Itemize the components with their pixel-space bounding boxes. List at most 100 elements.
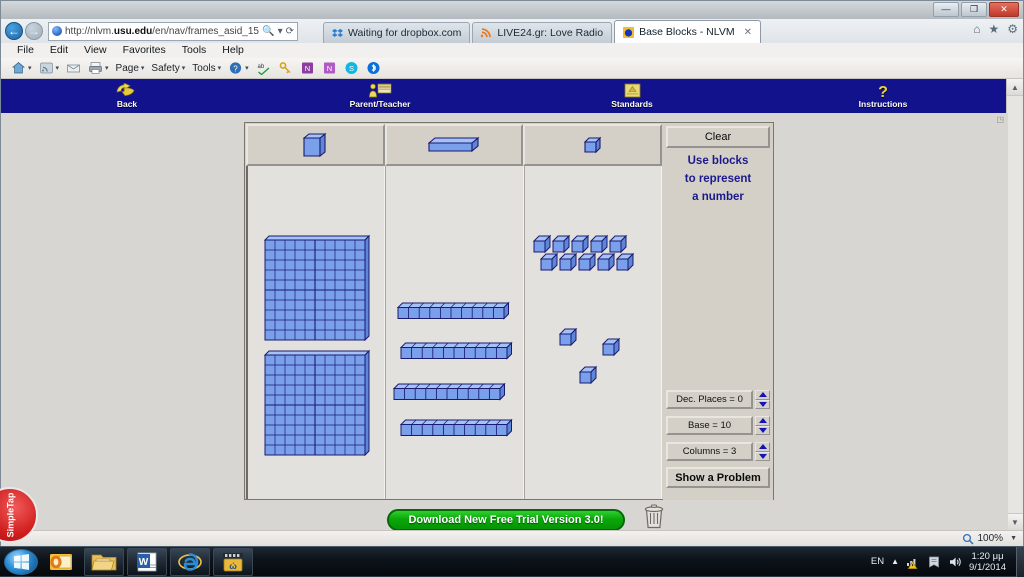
tools-gear-icon[interactable]: ⚙ — [1007, 22, 1018, 36]
unit-block[interactable] — [551, 234, 571, 254]
window-title-bar[interactable]: — ❐ ✕ — [1, 1, 1023, 19]
decimal-places-spinner[interactable]: Dec. Places = 0 — [666, 390, 770, 409]
chevron-down-icon[interactable]: ▾ — [28, 64, 32, 72]
home-button[interactable]: ▾ — [9, 61, 34, 75]
menu-favorites[interactable]: Favorites — [115, 43, 174, 58]
clear-button[interactable]: Clear — [666, 126, 770, 148]
unit-block[interactable] — [601, 337, 621, 357]
download-trial-button[interactable]: Download New Free Trial Version 3.0! — [387, 509, 625, 531]
rod-block[interactable] — [396, 301, 510, 320]
network-warning-icon[interactable] — [906, 555, 920, 569]
increment-icon[interactable] — [755, 390, 770, 400]
page-vertical-scrollbar[interactable]: ▲ ▼ — [1006, 79, 1023, 530]
flat-block-stamp[interactable] — [246, 124, 385, 166]
windows-start-orb-icon[interactable] — [4, 548, 38, 575]
refresh-icon[interactable]: ⟳ — [286, 26, 294, 37]
tens-column[interactable] — [385, 166, 524, 499]
chevron-down-icon[interactable]: ▾ — [278, 26, 283, 37]
unit-block[interactable] — [532, 234, 552, 254]
chevron-down-icon[interactable]: ▾ — [56, 64, 60, 72]
menu-tools[interactable]: Tools — [174, 43, 215, 58]
taskbar-word-button[interactable]: W — [127, 547, 167, 576]
nlvm-standards-button[interactable]: Standards — [572, 80, 692, 112]
forward-arrow-icon[interactable]: → — [25, 22, 43, 40]
onenote-linked-button[interactable]: N — [320, 61, 339, 75]
unit-block[interactable] — [596, 252, 616, 272]
spellcheck-button[interactable]: ab — [254, 61, 273, 75]
chevron-down-icon[interactable]: ▾ — [105, 64, 109, 72]
unit-block[interactable] — [558, 252, 578, 272]
unit-block[interactable] — [570, 234, 590, 254]
chevron-down-icon[interactable]: ▼ — [1010, 535, 1017, 542]
decrement-icon[interactable] — [755, 399, 770, 409]
taskbar-video-converter-button[interactable]: ώ — [213, 547, 253, 576]
key-button[interactable] — [276, 61, 295, 75]
unit-block[interactable] — [589, 234, 609, 254]
nlvm-back-button[interactable]: Back — [67, 80, 187, 112]
home-icon[interactable]: ⌂ — [973, 22, 980, 36]
rod-block[interactable] — [399, 341, 513, 360]
rod-block[interactable] — [392, 382, 506, 401]
decrement-icon[interactable] — [755, 451, 770, 461]
trash-can-icon[interactable] — [642, 503, 666, 529]
unit-block[interactable] — [578, 365, 598, 385]
tab-dropbox[interactable]: Waiting for dropbox.com — [323, 22, 471, 43]
favorites-star-icon[interactable]: ★ — [988, 22, 999, 36]
print-button[interactable]: ▾ — [86, 61, 111, 75]
tab-live24[interactable]: LIVE24.gr: Love Radio — [472, 22, 613, 43]
safety-menu[interactable]: Safety ▾ — [149, 63, 187, 74]
taskbar-internet-explorer-button[interactable] — [170, 547, 210, 576]
help-button[interactable]: ? ▾ — [226, 61, 251, 75]
address-bar[interactable]: http://nlvm.usu.edu/en/nav/frames_asid_1… — [48, 21, 298, 41]
onenote-button[interactable]: N — [298, 61, 317, 75]
unit-block[interactable] — [608, 234, 628, 254]
flat-block[interactable] — [263, 349, 371, 457]
language-indicator[interactable]: EN — [871, 556, 884, 567]
chevron-down-icon[interactable]: ▾ — [245, 64, 249, 72]
rod-block[interactable] — [399, 418, 513, 437]
increment-icon[interactable] — [755, 416, 770, 426]
unit-block[interactable] — [615, 252, 635, 272]
columns-spinner[interactable]: Columns = 3 — [666, 442, 770, 461]
menu-file[interactable]: File — [9, 43, 42, 58]
bluetooth-button[interactable] — [364, 61, 383, 75]
back-arrow-icon[interactable]: ← — [5, 22, 23, 40]
unit-block[interactable] — [539, 252, 559, 272]
decrement-icon[interactable] — [755, 425, 770, 435]
scroll-down-icon[interactable]: ▼ — [1007, 513, 1023, 530]
nlvm-instructions-button[interactable]: ? Instructions — [823, 80, 943, 112]
taskbar-file-explorer-button[interactable] — [84, 547, 124, 576]
read-mail-button[interactable] — [64, 61, 83, 75]
unit-block[interactable] — [577, 252, 597, 272]
close-button[interactable]: ✕ — [989, 2, 1019, 17]
increment-icon[interactable] — [755, 442, 770, 452]
zoom-indicator[interactable]: 100% ▼ — [962, 533, 1017, 545]
volume-icon[interactable] — [948, 555, 962, 569]
scroll-up-icon[interactable]: ▲ — [1007, 79, 1023, 96]
clock[interactable]: 1:20 μμ 9/1/2014 — [969, 551, 1010, 573]
unit-block-stamp[interactable] — [523, 124, 663, 166]
action-center-icon[interactable] — [927, 555, 941, 569]
flat-block[interactable] — [263, 234, 371, 342]
menu-view[interactable]: View — [76, 43, 115, 58]
search-icon[interactable]: 🔍 — [262, 26, 274, 37]
skype-button[interactable]: S — [342, 61, 361, 75]
base-spinner[interactable]: Base = 10 — [666, 416, 770, 435]
ones-column[interactable] — [523, 166, 662, 499]
block-work-area[interactable] — [246, 166, 664, 529]
rod-block-stamp[interactable] — [384, 124, 524, 166]
taskbar-outlook-button[interactable] — [41, 548, 81, 576]
menu-edit[interactable]: Edit — [42, 43, 76, 58]
menu-help[interactable]: Help — [214, 43, 252, 58]
tools-menu[interactable]: Tools ▾ — [190, 63, 223, 74]
page-menu[interactable]: Page ▾ — [114, 63, 147, 74]
show-a-problem-button[interactable]: Show a Problem — [666, 467, 770, 488]
feeds-button[interactable]: ▾ — [37, 61, 62, 75]
show-desktop-button[interactable] — [1016, 546, 1024, 577]
minimize-button[interactable]: — — [933, 2, 959, 17]
maximize-button[interactable]: ❐ — [961, 2, 987, 17]
nlvm-parent-teacher-button[interactable]: Parent/Teacher — [320, 80, 440, 112]
chevron-up-icon[interactable]: ▲ — [891, 557, 899, 566]
unit-block[interactable] — [558, 327, 578, 347]
tab-base-blocks-nlvm[interactable]: Base Blocks - NLVM ✕ — [614, 20, 761, 43]
